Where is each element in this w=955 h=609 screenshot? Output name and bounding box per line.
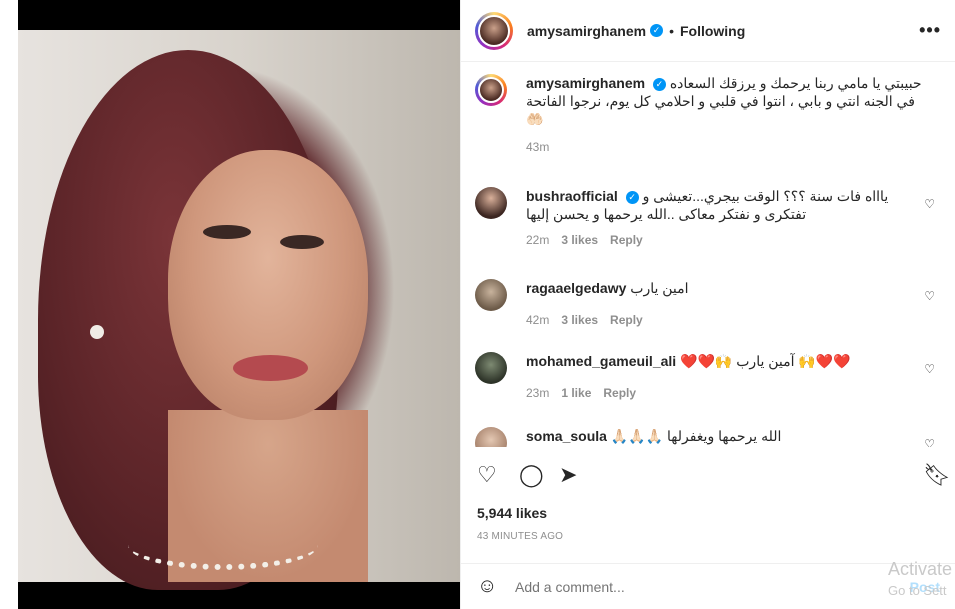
comment-text: الله يرحمها ويغفرلها 🙏🏻🙏🏻🙏🏻 bbox=[610, 428, 782, 444]
comment-meta: 23m 1 like Reply bbox=[526, 386, 931, 400]
comment-time[interactable]: 23m bbox=[526, 386, 549, 400]
like-heart-icon[interactable]: ♡ bbox=[477, 462, 497, 488]
caption-body: amysamirghanem ✓ حبيبتي يا مامي ربنا يرح… bbox=[526, 74, 931, 154]
caption-avatar-ring[interactable] bbox=[475, 74, 507, 106]
separator-dot: • bbox=[669, 22, 674, 39]
comment-time[interactable]: 22m bbox=[526, 233, 549, 247]
photo-lips bbox=[233, 355, 308, 381]
comment-line: ragaaelgedawy امين يارب bbox=[526, 279, 931, 297]
comment-like-heart-icon[interactable]: ♡ bbox=[924, 289, 935, 303]
likes-count[interactable]: 5,944 likes bbox=[477, 505, 547, 521]
author-username[interactable]: amysamirghanem bbox=[527, 23, 646, 39]
verified-badge-icon: ✓ bbox=[652, 77, 666, 91]
caption-meta: 43m bbox=[526, 140, 931, 154]
comments-list[interactable]: amysamirghanem ✓ حبيبتي يا مامي ربنا يرح… bbox=[461, 62, 955, 447]
comment-username[interactable]: soma_soula bbox=[526, 428, 607, 444]
photo-eye bbox=[280, 235, 324, 249]
comment-likes[interactable]: 3 likes bbox=[561, 313, 598, 327]
comment-username[interactable]: mohamed_gameuil_ali bbox=[526, 353, 676, 369]
photo-eye bbox=[203, 225, 251, 239]
emoji-picker-icon[interactable]: ☺ bbox=[477, 575, 501, 598]
comment-line: bushraofficial ✓ ياااه فات سنة ؟؟؟ الوقت… bbox=[526, 187, 931, 223]
comment-line: soma_soula الله يرحمها ويغفرلها 🙏🏻🙏🏻🙏🏻 bbox=[526, 427, 931, 445]
comment-meta: 22m 3 likes Reply bbox=[526, 233, 931, 247]
post-header: amysamirghanem ✓ • Following ••• bbox=[461, 0, 955, 62]
comment-input[interactable] bbox=[515, 578, 855, 595]
photo-pearl-necklace bbox=[128, 520, 318, 570]
reply-button[interactable]: Reply bbox=[603, 386, 636, 400]
comment-likes[interactable]: 3 likes bbox=[561, 233, 598, 247]
left-gutter bbox=[0, 0, 18, 609]
post-actions-bar: ♡ ◯ ➤ 🔖︎ bbox=[461, 460, 955, 495]
comment-like-heart-icon[interactable]: ♡ bbox=[924, 437, 935, 447]
post-timestamp: 43 MINUTES AGO bbox=[477, 531, 564, 542]
verified-badge-icon: ✓ bbox=[625, 190, 639, 204]
instagram-post-window: amysamirghanem ✓ • Following ••• amysami… bbox=[0, 0, 955, 609]
comment-username[interactable]: bushraofficial bbox=[526, 188, 618, 204]
caption-line: amysamirghanem ✓ حبيبتي يا مامي ربنا يرح… bbox=[526, 74, 931, 128]
comment-likes[interactable]: 1 like bbox=[561, 386, 591, 400]
comment-time[interactable]: 42m bbox=[526, 313, 549, 327]
reply-button[interactable]: Reply bbox=[610, 233, 643, 247]
comment-body: soma_soula الله يرحمها ويغفرلها 🙏🏻🙏🏻🙏🏻 bbox=[526, 427, 931, 445]
post-photo bbox=[18, 30, 460, 590]
more-options-icon[interactable]: ••• bbox=[919, 20, 941, 41]
add-comment-bar: ☺ Post bbox=[461, 563, 955, 609]
comment-username[interactable]: ragaaelgedawy bbox=[526, 280, 626, 296]
reply-button[interactable]: Reply bbox=[610, 313, 643, 327]
comment-line: mohamed_gameuil_ali ❤️❤️🙌 آمين يارب 🙌❤️❤… bbox=[526, 352, 931, 370]
comment-body: mohamed_gameuil_ali ❤️❤️🙌 آمين يارب 🙌❤️❤… bbox=[526, 352, 931, 400]
comment-avatar[interactable] bbox=[475, 427, 507, 447]
comment-body: ragaaelgedawy امين يارب 42m 3 likes Repl… bbox=[526, 279, 931, 327]
caption-avatar[interactable] bbox=[478, 77, 504, 103]
share-send-icon[interactable]: ➤ bbox=[559, 462, 577, 488]
comment-like-heart-icon[interactable]: ♡ bbox=[924, 197, 935, 211]
comment-avatar[interactable] bbox=[475, 187, 507, 219]
comment-text: ❤️❤️🙌 آمين يارب 🙌❤️❤️ bbox=[680, 353, 851, 369]
comment-like-heart-icon[interactable]: ♡ bbox=[924, 362, 935, 376]
following-button[interactable]: Following bbox=[680, 23, 745, 39]
comment-text: امين يارب bbox=[630, 280, 689, 296]
verified-badge-icon: ✓ bbox=[650, 24, 664, 37]
comment-bubble-icon[interactable]: ◯ bbox=[519, 462, 544, 488]
comment-meta: 42m 3 likes Reply bbox=[526, 313, 931, 327]
comment-body: bushraofficial ✓ ياااه فات سنة ؟؟؟ الوقت… bbox=[526, 187, 931, 247]
post-side-panel: amysamirghanem ✓ • Following ••• amysami… bbox=[460, 0, 955, 609]
caption-username[interactable]: amysamirghanem bbox=[526, 75, 645, 91]
comment-avatar[interactable] bbox=[475, 352, 507, 384]
photo-earring bbox=[90, 325, 104, 339]
author-avatar-ring[interactable] bbox=[475, 11, 513, 50]
save-bookmark-icon[interactable]: 🔖︎ bbox=[923, 462, 951, 488]
post-media[interactable] bbox=[18, 0, 460, 609]
post-comment-button[interactable]: Post bbox=[910, 579, 940, 595]
comment-avatar[interactable] bbox=[475, 279, 507, 311]
author-avatar[interactable] bbox=[478, 14, 510, 47]
caption-time[interactable]: 43m bbox=[526, 140, 549, 154]
